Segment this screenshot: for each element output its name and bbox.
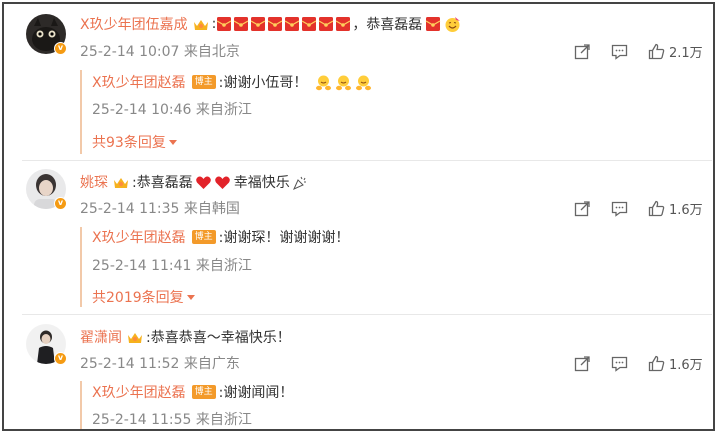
share-button[interactable] <box>574 355 591 372</box>
comment-meta: 25-2-14 11:52 来自广东 <box>80 356 240 372</box>
divider <box>22 314 712 315</box>
like-button[interactable]: 1.6万 <box>648 199 703 218</box>
caret-down-icon <box>168 139 177 145</box>
like-icon <box>648 355 665 371</box>
red-envelope-icon <box>251 17 266 31</box>
share-icon <box>574 355 590 371</box>
more-replies-label: 共2019条回复 <box>92 290 184 306</box>
clapping-emoji-icon <box>336 75 352 90</box>
reply-username[interactable]: X玖少年团赵磊 <box>92 382 186 402</box>
share-button[interactable] <box>574 200 591 217</box>
more-replies-label: 共93条回复 <box>92 135 166 151</box>
reply-meta: 25-2-14 11:41 来自浙江 <box>92 258 252 274</box>
red-envelope-icon <box>285 17 300 31</box>
comment-username[interactable]: 姚琛 <box>80 172 108 192</box>
caret-down-icon <box>186 294 195 300</box>
verified-badge-icon: v <box>54 197 67 210</box>
red-envelope-icon <box>268 17 283 31</box>
host-badge: 博主 <box>191 385 216 399</box>
more-replies-link[interactable]: 共2019条回复 <box>92 287 195 307</box>
comment-line: 翟潇闻 :恭喜恭喜～幸福快乐！ <box>80 327 291 347</box>
like-icon <box>648 200 665 216</box>
comment-feed: v X玖少年团伍嘉成 : ，恭喜磊磊 25-2-14 10:07 来自北京 2.… <box>2 2 715 431</box>
comment-actions: 2.1万 <box>574 42 709 61</box>
comment-icon <box>611 44 628 60</box>
red-envelope-icon <box>336 17 351 31</box>
red-envelope-icon <box>319 17 334 31</box>
divider <box>22 160 712 161</box>
comment-meta: 25-2-14 11:35 来自韩国 <box>80 201 240 217</box>
comment-text: :恭喜磊磊 <box>132 175 193 191</box>
comment-button[interactable] <box>611 355 628 372</box>
share-button[interactable] <box>574 43 591 60</box>
verified-badge-icon: v <box>54 352 67 365</box>
more-replies-link[interactable]: 共93条回复 <box>92 132 177 152</box>
like-count: 2.1万 <box>669 45 703 61</box>
like-count: 1.6万 <box>669 202 703 218</box>
reply-username[interactable]: X玖少年团赵磊 <box>92 227 186 247</box>
crown-badge-icon <box>128 332 142 343</box>
reply-line: X玖少年团赵磊 博主 :谢谢琛！谢谢谢谢！ <box>92 227 349 247</box>
reply-meta: 25-2-14 11:55 来自浙江 <box>92 412 252 428</box>
verified-badge-icon: v <box>54 42 67 55</box>
crown-badge-icon <box>114 177 128 188</box>
red-envelope-icon <box>217 17 232 31</box>
reply-meta: 25-2-14 10:46 来自浙江 <box>92 102 252 118</box>
clapping-emoji-icon <box>356 75 372 90</box>
share-icon <box>574 200 590 216</box>
comment-text: :恭喜恭喜～幸福快乐！ <box>146 330 291 346</box>
clapping-emoji-icon <box>316 75 332 90</box>
reply-block: X玖少年团赵磊 博主 :谢谢小伍哥！ 25-2-14 10:46 来自浙江 共9… <box>80 70 372 154</box>
reply-block: X玖少年团赵磊 博主 :谢谢闻闻！ 25-2-14 11:55 来自浙江 <box>80 381 293 429</box>
like-button[interactable]: 2.1万 <box>648 42 703 61</box>
comment-icon <box>611 356 628 372</box>
reply-line: X玖少年团赵磊 博主 :谢谢小伍哥！ <box>92 72 372 92</box>
heart-icon <box>214 176 230 189</box>
comment-line: 姚琛 :恭喜磊磊 幸福快乐 <box>80 172 309 192</box>
reply-line: X玖少年团赵磊 博主 :谢谢闻闻！ <box>92 382 293 402</box>
share-icon <box>574 43 590 59</box>
like-icon <box>648 43 665 59</box>
reply-text: :谢谢琛！谢谢谢谢！ <box>218 230 350 246</box>
like-button[interactable]: 1.6万 <box>648 354 703 373</box>
host-badge: 博主 <box>191 230 216 244</box>
comment-text: 幸福快乐 <box>233 175 290 191</box>
reply-username[interactable]: X玖少年团赵磊 <box>92 72 186 92</box>
host-badge: 博主 <box>191 75 216 89</box>
comment-meta: 25-2-14 10:07 来自北京 <box>80 44 240 60</box>
like-count: 1.6万 <box>669 357 703 373</box>
party-horn-icon <box>292 176 306 190</box>
comment-actions: 1.6万 <box>574 354 709 373</box>
comment-button[interactable] <box>611 200 628 217</box>
red-envelope-icon <box>234 17 249 31</box>
red-envelopes <box>216 16 352 32</box>
red-envelope-icon <box>302 17 317 31</box>
reply-text: :谢谢闻闻！ <box>218 385 294 401</box>
red-envelope-icon <box>426 17 441 31</box>
comment-button[interactable] <box>611 43 628 60</box>
comment-username[interactable]: X玖少年团伍嘉成 <box>80 14 188 34</box>
comment-text-suffix: ，恭喜磊磊 <box>352 17 423 33</box>
reply-block: X玖少年团赵磊 博主 :谢谢琛！谢谢谢谢！ 25-2-14 11:41 来自浙江… <box>80 227 349 307</box>
comment-line: X玖少年团伍嘉成 : ，恭喜磊磊 <box>80 14 461 34</box>
comment-icon <box>611 201 628 217</box>
party-emoji-icon <box>445 16 461 32</box>
heart-icon <box>195 176 211 189</box>
comment-actions: 1.6万 <box>574 199 709 218</box>
comment-username[interactable]: 翟潇闻 <box>80 327 122 347</box>
crown-badge-icon <box>193 19 208 30</box>
reply-text: :谢谢小伍哥！ <box>218 75 308 91</box>
